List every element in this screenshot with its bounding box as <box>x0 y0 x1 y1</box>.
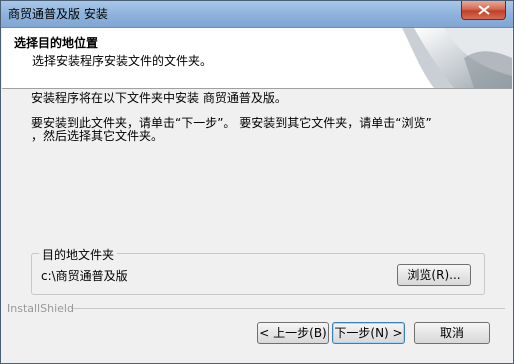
title-bar[interactable]: 商贸通普及版 安装 <box>1 1 513 28</box>
footer-divider <box>71 308 505 309</box>
next-button[interactable]: 下一步(N) > <box>332 322 405 344</box>
instruction-text-2: ，然后选择其它文件夹。 <box>31 129 164 143</box>
install-info-text: 安装程序将在以下文件夹中安装 商贸通普及版。 <box>31 91 287 105</box>
installer-window: 商贸通普及版 安装 选择目的地位置 选择安装程序安装文件的文件夹。 安装程序将在… <box>0 0 514 364</box>
installshield-graphic-icon <box>402 28 512 88</box>
page-title: 选择目的地位置 <box>14 36 99 50</box>
close-button[interactable] <box>461 1 506 20</box>
destination-folder-label: 目的地文件夹 <box>39 246 118 263</box>
installshield-brand: InstallShield <box>7 302 74 315</box>
wizard-header: 选择目的地位置 选择安装程序安装文件的文件夹。 <box>2 28 512 89</box>
page-subtitle: 选择安装程序安装文件的文件夹。 <box>32 54 213 68</box>
destination-path: c:\商贸通普及版 <box>41 269 128 283</box>
close-icon <box>478 5 490 15</box>
cancel-button[interactable]: 取消 <box>414 322 490 344</box>
window-title: 商贸通普及版 安装 <box>8 7 108 21</box>
back-button[interactable]: < 上一步(B) <box>257 322 329 344</box>
browse-button[interactable]: 浏览(R)... <box>397 264 471 286</box>
